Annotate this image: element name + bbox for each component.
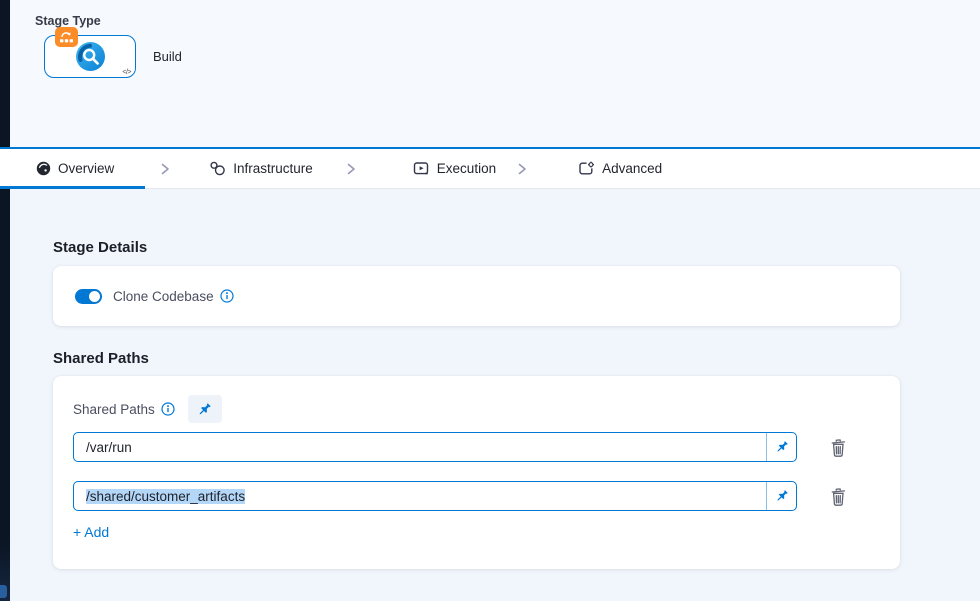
tab-overview[interactable]: Overview	[36, 149, 114, 188]
stage-details-card: Clone Codebase	[53, 266, 900, 326]
tab-execution-label: Execution	[437, 161, 496, 176]
code-glyph: </>	[122, 69, 131, 76]
shared-path-value-0: /var/run	[74, 440, 766, 455]
info-icon[interactable]	[161, 402, 175, 416]
stage-details-heading: Stage Details	[53, 239, 980, 256]
input-pin-button[interactable]	[766, 482, 796, 510]
advanced-icon	[578, 161, 595, 176]
active-tab-underline	[0, 186, 145, 189]
clone-codebase-toggle[interactable]	[75, 289, 102, 304]
chevron-right-icon	[159, 162, 171, 176]
tab-overview-label: Overview	[58, 161, 114, 176]
stage-type-panel: Stage Type	[10, 0, 980, 147]
shared-path-value-1: /shared/customer_artifacts	[74, 489, 766, 504]
shared-paths-field-label: Shared Paths	[73, 402, 155, 417]
execution-icon	[413, 161, 430, 176]
toggle-knob	[89, 291, 100, 302]
clone-codebase-label: Clone Codebase	[113, 289, 214, 304]
delete-path-button[interactable]	[827, 484, 849, 508]
tab-advanced[interactable]: Advanced	[578, 149, 662, 188]
info-icon[interactable]	[220, 289, 234, 303]
infrastructure-icon	[209, 161, 226, 176]
stage-config-tabbar: Overview Infrastructure Execution	[0, 147, 980, 189]
trash-icon	[829, 437, 848, 458]
shared-paths-heading: Shared Paths	[53, 350, 980, 367]
tab-infrastructure[interactable]: Infrastructure	[209, 149, 313, 188]
shared-path-row: /var/run	[73, 432, 880, 462]
trash-icon	[829, 486, 848, 507]
input-pin-button[interactable]	[766, 433, 796, 461]
shared-path-row: /shared/customer_artifacts	[73, 481, 880, 511]
stage-type-card[interactable]: </>	[44, 35, 136, 78]
pipeline-badge-icon	[59, 31, 74, 44]
stage-name-label: Build	[153, 49, 182, 64]
pin-icon	[775, 489, 789, 503]
tab-infrastructure-label: Infrastructure	[233, 161, 313, 176]
chevron-right-icon	[345, 162, 357, 176]
build-stage-icon	[75, 41, 106, 72]
overview-tab-content: Stage Details Clone Codebase Shared Path…	[10, 190, 980, 601]
stage-type-label: Stage Type	[35, 14, 980, 28]
shared-paths-card: Shared Paths /var/run	[53, 376, 900, 569]
pin-icon	[775, 440, 789, 454]
collapsed-side-rail	[0, 0, 10, 601]
chevron-right-icon	[516, 162, 528, 176]
multi-type-pin-button[interactable]	[188, 395, 222, 423]
overview-icon	[36, 161, 51, 176]
add-path-button[interactable]: + Add	[73, 524, 109, 540]
rail-accent	[0, 585, 7, 598]
pin-icon	[197, 402, 212, 417]
stage-badge-icon	[55, 27, 78, 47]
tab-execution[interactable]: Execution	[413, 149, 496, 188]
shared-path-input-0[interactable]: /var/run	[73, 432, 797, 462]
delete-path-button[interactable]	[827, 435, 849, 459]
tab-advanced-label: Advanced	[602, 161, 662, 176]
shared-path-input-1[interactable]: /shared/customer_artifacts	[73, 481, 797, 511]
